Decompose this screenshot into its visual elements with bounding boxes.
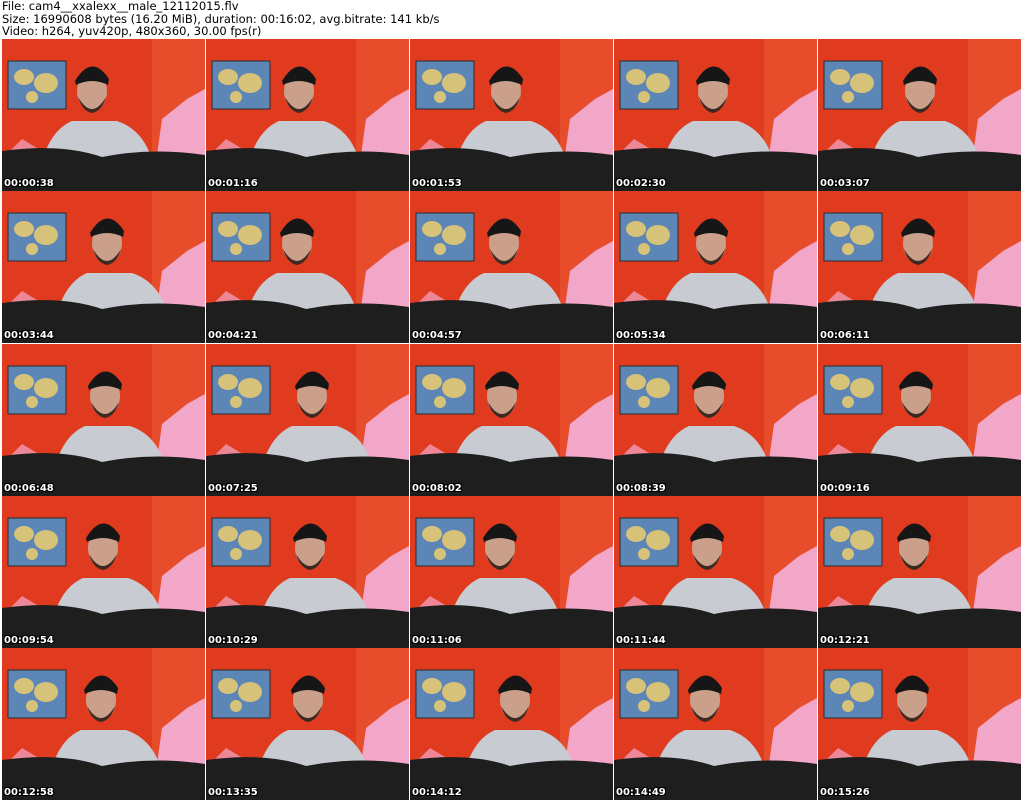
video-thumbnail: 00:09:54 bbox=[2, 496, 205, 648]
video-thumbnail: 00:02:30 bbox=[614, 39, 817, 191]
video-thumbnail: 00:06:48 bbox=[2, 344, 205, 496]
thumbnail-timestamp: 00:08:39 bbox=[616, 483, 666, 494]
frame-image bbox=[2, 39, 205, 191]
video-thumbnail: 00:09:16 bbox=[818, 344, 1021, 496]
frame-image bbox=[206, 39, 409, 191]
video-thumbnail: 00:01:53 bbox=[410, 39, 613, 191]
thumbnail-timestamp: 00:09:16 bbox=[820, 483, 870, 494]
frame-image bbox=[2, 191, 205, 343]
video-thumbnail: 00:12:21 bbox=[818, 496, 1021, 648]
thumbnail-timestamp: 00:05:34 bbox=[616, 330, 666, 341]
video-thumbnail: 00:13:35 bbox=[206, 648, 409, 800]
thumbnail-timestamp: 00:08:02 bbox=[412, 483, 462, 494]
video-thumbnail: 00:03:07 bbox=[818, 39, 1021, 191]
frame-image bbox=[818, 191, 1021, 343]
video-thumbnail: 00:03:44 bbox=[2, 191, 205, 343]
video-thumbnail: 00:00:38 bbox=[2, 39, 205, 191]
frame-image bbox=[206, 496, 409, 648]
thumbnail-timestamp: 00:06:48 bbox=[4, 483, 54, 494]
thumbnail-timestamp: 00:11:06 bbox=[412, 635, 462, 646]
thumbnail-timestamp: 00:04:57 bbox=[412, 330, 462, 341]
file-name-line: File: cam4__xxalexx__male_12112015.flv bbox=[2, 0, 239, 13]
thumbnail-timestamp: 00:03:07 bbox=[820, 178, 870, 189]
video-thumbnail: 00:04:21 bbox=[206, 191, 409, 343]
frame-image bbox=[206, 344, 409, 496]
video-thumbnail: 00:11:06 bbox=[410, 496, 613, 648]
video-thumbnail: 00:04:57 bbox=[410, 191, 613, 343]
file-info-header: File: cam4__xxalexx__male_12112015.flv S… bbox=[2, 0, 440, 38]
thumbnail-timestamp: 00:02:30 bbox=[616, 178, 666, 189]
frame-image bbox=[206, 648, 409, 800]
video-thumbnail: 00:01:16 bbox=[206, 39, 409, 191]
thumbnail-timestamp: 00:15:26 bbox=[820, 787, 870, 798]
frame-image bbox=[410, 191, 613, 343]
thumbnail-timestamp: 00:01:53 bbox=[412, 178, 462, 189]
video-thumbnail: 00:11:44 bbox=[614, 496, 817, 648]
frame-image bbox=[410, 39, 613, 191]
thumbnail-timestamp: 00:04:21 bbox=[208, 330, 258, 341]
thumbnail-timestamp: 00:11:44 bbox=[616, 635, 666, 646]
video-thumbnail: 00:08:39 bbox=[614, 344, 817, 496]
frame-image bbox=[410, 648, 613, 800]
thumbnail-timestamp: 00:06:11 bbox=[820, 330, 870, 341]
frame-image bbox=[2, 648, 205, 800]
video-thumbnail: 00:12:58 bbox=[2, 648, 205, 800]
thumbnail-timestamp: 00:14:12 bbox=[412, 787, 462, 798]
frame-image bbox=[614, 496, 817, 648]
video-thumbnail: 00:06:11 bbox=[818, 191, 1021, 343]
thumbnail-timestamp: 00:07:25 bbox=[208, 483, 258, 494]
thumbnail-timestamp: 00:12:58 bbox=[4, 787, 54, 798]
frame-image bbox=[818, 344, 1021, 496]
thumbnail-timestamp: 00:00:38 bbox=[4, 178, 54, 189]
thumbnail-timestamp: 00:03:44 bbox=[4, 330, 54, 341]
frame-image bbox=[410, 496, 613, 648]
frame-image bbox=[818, 39, 1021, 191]
thumbnail-timestamp: 00:14:49 bbox=[616, 787, 666, 798]
video-thumbnail: 00:08:02 bbox=[410, 344, 613, 496]
frame-image bbox=[614, 648, 817, 800]
video-thumbnail: 00:10:29 bbox=[206, 496, 409, 648]
video-thumbnail: 00:05:34 bbox=[614, 191, 817, 343]
frame-image bbox=[818, 648, 1021, 800]
thumbnail-timestamp: 00:10:29 bbox=[208, 635, 258, 646]
frame-image bbox=[2, 496, 205, 648]
frame-image bbox=[206, 191, 409, 343]
video-thumbnail: 00:15:26 bbox=[818, 648, 1021, 800]
video-thumbnail: 00:14:12 bbox=[410, 648, 613, 800]
thumbnail-timestamp: 00:01:16 bbox=[208, 178, 258, 189]
frame-image bbox=[410, 344, 613, 496]
frame-image bbox=[818, 496, 1021, 648]
frame-image bbox=[614, 191, 817, 343]
video-thumbnail: 00:07:25 bbox=[206, 344, 409, 496]
thumbnail-timestamp: 00:12:21 bbox=[820, 635, 870, 646]
video-info-line: Video: h264, yuv420p, 480x360, 30.00 fps… bbox=[2, 24, 262, 38]
video-thumbnail: 00:14:49 bbox=[614, 648, 817, 800]
thumbnail-timestamp: 00:09:54 bbox=[4, 635, 54, 646]
thumbnail-timestamp: 00:13:35 bbox=[208, 787, 258, 798]
frame-image bbox=[614, 39, 817, 191]
frame-image bbox=[2, 344, 205, 496]
frame-image bbox=[614, 344, 817, 496]
